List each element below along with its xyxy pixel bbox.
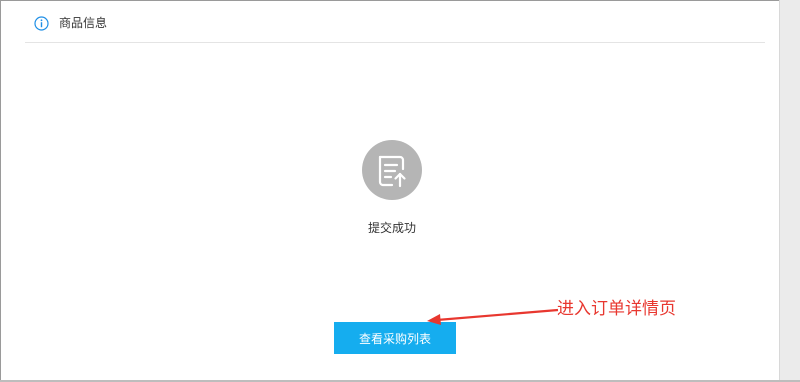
info-icon bbox=[34, 16, 49, 31]
page-panel: 商品信息 提交成功 查看采购列表 进入订单详情页 bbox=[0, 0, 800, 382]
right-margin-strip bbox=[779, 0, 800, 382]
section-title: 商品信息 bbox=[59, 16, 108, 30]
annotation-text: 进入订单详情页 bbox=[557, 299, 676, 319]
document-upload-icon bbox=[362, 140, 422, 200]
section-header: 商品信息 bbox=[25, 1, 765, 43]
annotation-arrow bbox=[427, 308, 559, 325]
success-message: 提交成功 bbox=[367, 221, 416, 235]
